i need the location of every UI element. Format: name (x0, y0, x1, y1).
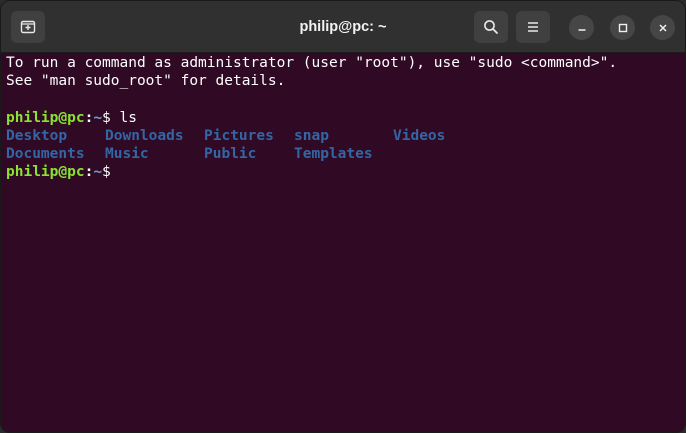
directory-entry: Downloads (105, 127, 184, 144)
directory-entry: Pictures (204, 127, 274, 144)
minimize-icon (577, 23, 587, 33)
prompt-user-host: philip@pc (6, 164, 85, 181)
prompt-separator: : (84, 109, 94, 126)
prompt-user-host: philip@pc (6, 109, 85, 126)
maximize-icon (618, 23, 628, 33)
motd-line: To run a command as administrator (user … (6, 55, 618, 71)
prompt-line: philip@pc:~$ ls (6, 109, 680, 127)
close-button[interactable] (650, 15, 675, 40)
directory-entry: Templates (294, 145, 373, 162)
directory-entry: Documents (6, 145, 85, 162)
directory-entry: Music (105, 145, 149, 162)
ls-output-row: Desktop Downloads Pictures snap Videos (6, 127, 680, 145)
search-icon (483, 19, 499, 35)
new-tab-icon (20, 19, 36, 35)
prompt-sign: $ (102, 109, 111, 126)
close-icon (658, 23, 668, 33)
prompt-line: philip@pc:~$ (6, 163, 680, 181)
menu-button[interactable] (516, 11, 550, 43)
terminal-window: philip@pc: ~ To run a command as adminis… (0, 0, 686, 433)
new-tab-button[interactable] (11, 11, 45, 43)
directory-entry: Videos (393, 127, 446, 144)
terminal-output[interactable]: To run a command as administrator (user … (1, 53, 685, 432)
prompt-path: ~ (93, 109, 103, 126)
motd-line: See "man sudo_root" for details. (6, 73, 286, 90)
prompt-separator: : (84, 164, 94, 181)
search-button[interactable] (474, 11, 508, 43)
prompt-path: ~ (93, 164, 103, 181)
directory-entry: Public (204, 145, 257, 162)
maximize-button[interactable] (610, 15, 635, 40)
ls-output-row: Documents Music Public Templates (6, 145, 680, 163)
directory-entry: snap (294, 127, 329, 144)
terminal-cursor (111, 164, 120, 181)
command-text: ls (110, 109, 137, 126)
title-bar[interactable]: philip@pc: ~ (1, 1, 685, 53)
prompt-sign: $ (102, 164, 111, 181)
hamburger-menu-icon (526, 20, 540, 34)
minimize-button[interactable] (569, 15, 594, 40)
directory-entry: Desktop (6, 127, 68, 144)
